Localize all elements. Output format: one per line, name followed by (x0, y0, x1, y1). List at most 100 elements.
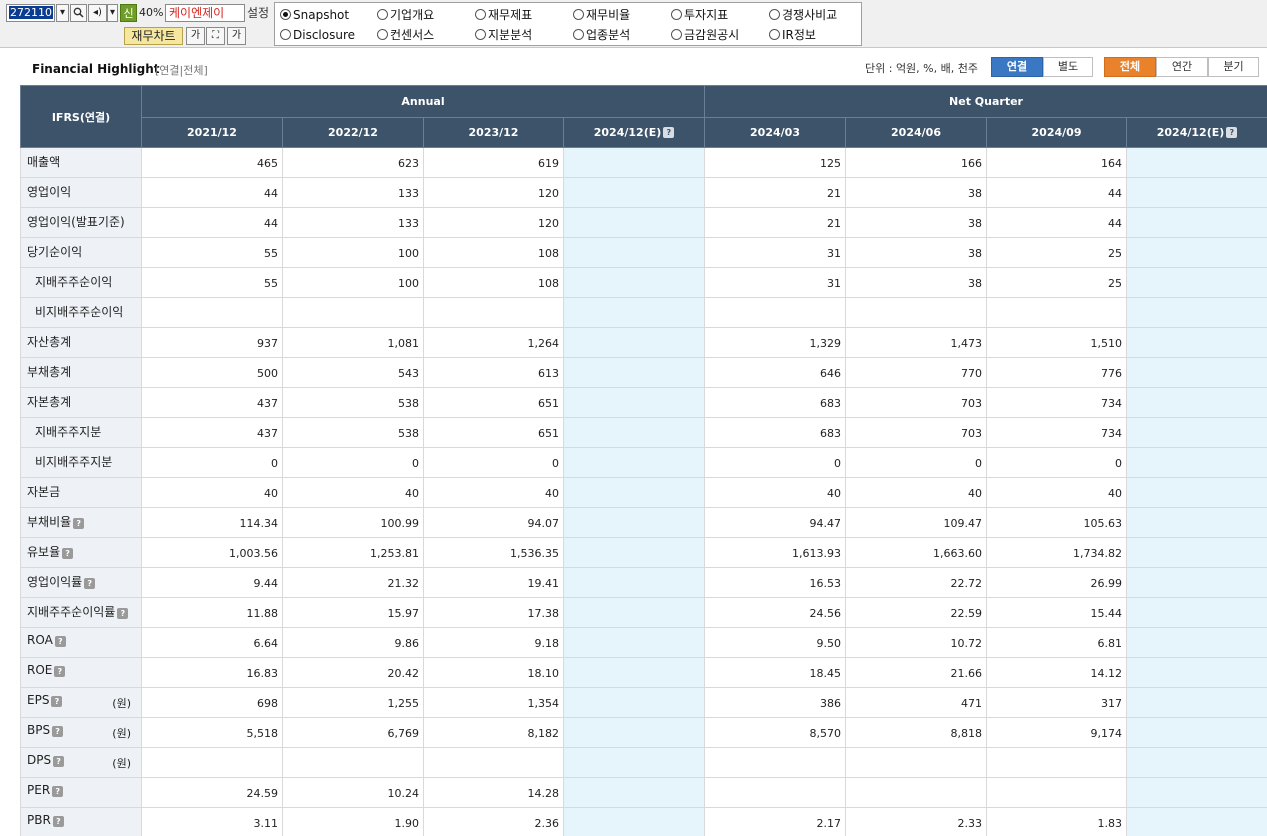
help-icon[interactable]: ? (51, 696, 63, 707)
table-cell (562, 777, 706, 808)
speaker-dropdown-button[interactable]: ▾ (107, 4, 118, 22)
menu-option[interactable]: 재무제표 (475, 7, 532, 23)
radio-icon[interactable] (280, 9, 291, 20)
table-cell (1126, 657, 1267, 688)
radio-icon[interactable] (671, 29, 682, 40)
table-cell: 21.66 (845, 657, 988, 688)
financial-chart-button[interactable]: 재무차트 (124, 27, 183, 45)
sin-button[interactable]: 신 (120, 4, 137, 22)
help-icon[interactable]: ? (54, 666, 66, 677)
help-icon[interactable]: ? (73, 518, 85, 529)
expand-button[interactable]: ⛶ (206, 27, 225, 45)
menu-option[interactable]: 지분분석 (475, 27, 532, 43)
row-label: 영업이익 (20, 177, 142, 208)
toggle-consolidated[interactable]: 연결 (991, 57, 1043, 77)
table-cell (562, 447, 706, 478)
table-cell (1126, 387, 1267, 418)
help-icon[interactable]: ? (52, 816, 64, 827)
row-label-text: 비지배주주순이익 (35, 305, 124, 319)
table-cell: 18.45 (704, 657, 847, 688)
row-label-text: 영업이익률 (27, 575, 83, 589)
financial-highlight-table: IFRS(연결) Annual Net Quarter 2021/12 2022/… (20, 85, 1267, 836)
table-cell (845, 297, 988, 328)
row-label-text: 매출액 (27, 155, 61, 169)
table-cell: 16.53 (704, 567, 847, 598)
table-cell (986, 777, 1128, 808)
menu-option[interactable]: 투자지표 (671, 7, 728, 23)
radio-icon[interactable] (475, 29, 486, 40)
setting-link[interactable]: 설정 (247, 4, 269, 22)
table-cell: 40 (282, 477, 424, 508)
help-icon[interactable]: ? (84, 578, 96, 589)
table-row: 비지배주주지분 0 0 0 0 0 0 (20, 447, 1267, 478)
menu-option[interactable]: 경쟁사비교 (769, 7, 837, 23)
menu-option[interactable]: 금감원공시 (671, 27, 739, 43)
search-button[interactable] (70, 4, 87, 22)
radio-icon[interactable] (769, 29, 780, 40)
menu-option[interactable]: 업종분석 (573, 27, 630, 43)
menu-option[interactable]: Disclosure (280, 27, 355, 43)
quarter-group-header: Net Quarter (704, 85, 1267, 118)
toggle-annual[interactable]: 연간 (1156, 57, 1208, 77)
help-icon[interactable]: ? (52, 786, 64, 797)
table-cell: 14.12 (986, 657, 1128, 688)
radio-icon[interactable] (280, 29, 291, 40)
row-label-text: 지배주주순이익 (35, 275, 113, 289)
help-icon[interactable]: ? (663, 127, 675, 138)
table-cell: 437 (141, 417, 283, 448)
table-cell: 0 (282, 447, 424, 478)
menu-option[interactable]: 재무비율 (573, 7, 630, 23)
menu-option[interactable]: 기업개요 (377, 7, 434, 23)
stock-code-input[interactable]: 272110 (6, 4, 55, 22)
help-icon[interactable]: ? (62, 548, 74, 559)
table-cell: 386 (704, 687, 847, 718)
table-cell: 20.42 (282, 657, 424, 688)
speaker-button[interactable]: ◂) (88, 4, 107, 22)
table-cell: 94.07 (423, 507, 564, 538)
row-label-text: EPS (27, 693, 50, 707)
company-name-field[interactable]: 케이엔제이 (165, 4, 245, 22)
table-cell (562, 417, 706, 448)
help-icon[interactable]: ? (52, 726, 64, 737)
table-cell: 646 (704, 357, 847, 388)
section-subtitle: [연결|전체] (155, 64, 208, 77)
menu-option[interactable]: 컨센서스 (377, 27, 434, 43)
table-cell (562, 507, 706, 538)
row-label-text: ROA (27, 633, 53, 647)
table-cell: 5,518 (141, 717, 283, 748)
table-cell: 437 (141, 387, 283, 418)
table-row: 매출액 465 623 619 125 166 164 (20, 147, 1267, 178)
table-cell: 9.18 (423, 627, 564, 658)
menu-option[interactable]: Snapshot (280, 7, 349, 23)
menu-option[interactable]: IR정보 (769, 27, 816, 43)
font-size-down-button[interactable]: 가 (227, 27, 246, 45)
radio-icon[interactable] (769, 9, 780, 20)
row-unit: (원) (112, 697, 131, 710)
table-row: 자본총계 437 538 651 683 703 734 (20, 387, 1267, 418)
row-label: 자본총계 (20, 387, 142, 418)
toggle-separate[interactable]: 별도 (1043, 57, 1093, 77)
help-icon[interactable]: ? (54, 636, 66, 647)
toggle-all[interactable]: 전체 (1104, 57, 1156, 77)
radio-icon[interactable] (573, 9, 584, 20)
table-cell: 1,536.35 (423, 537, 564, 568)
radio-icon[interactable] (475, 9, 486, 20)
table-cell: 538 (282, 417, 424, 448)
font-size-up-button[interactable]: 가 (186, 27, 205, 45)
help-icon[interactable]: ? (117, 608, 129, 619)
search-icon (73, 7, 84, 18)
table-cell: 651 (423, 387, 564, 418)
help-icon[interactable]: ? (53, 756, 65, 767)
table-cell: 31 (704, 267, 847, 298)
table-cell (1126, 237, 1267, 268)
radio-icon[interactable] (377, 29, 388, 40)
table-cell: 10.24 (282, 777, 424, 808)
help-icon[interactable]: ? (1226, 127, 1238, 138)
table-cell: 9,174 (986, 717, 1128, 748)
toggle-quarter[interactable]: 분기 (1208, 57, 1259, 77)
radio-icon[interactable] (573, 29, 584, 40)
table-row: 자본금 40 40 40 40 40 40 (20, 477, 1267, 508)
code-dropdown-button[interactable]: ▾ (56, 4, 69, 22)
radio-icon[interactable] (377, 9, 388, 20)
radio-icon[interactable] (671, 9, 682, 20)
